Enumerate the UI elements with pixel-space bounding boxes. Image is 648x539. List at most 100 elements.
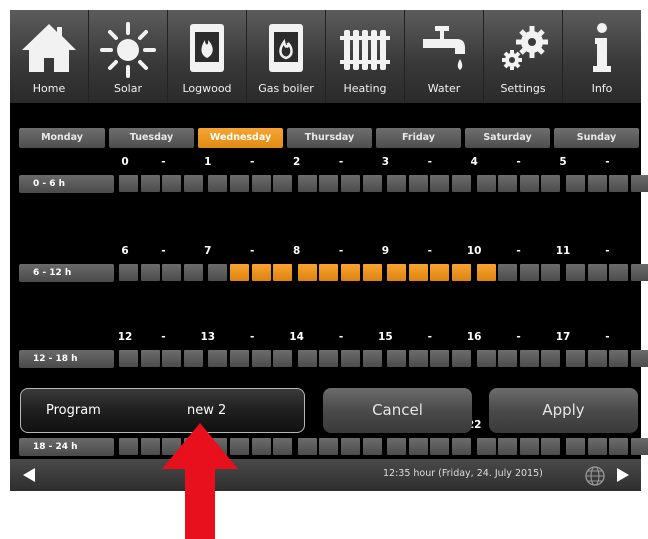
time-slot[interactable] xyxy=(498,438,518,455)
time-slot[interactable] xyxy=(452,264,471,281)
time-slot[interactable] xyxy=(587,264,607,281)
time-slot[interactable] xyxy=(609,438,629,455)
time-slot[interactable] xyxy=(566,264,585,281)
time-slot[interactable] xyxy=(430,350,450,367)
time-slot[interactable] xyxy=(519,350,539,367)
time-slot[interactable] xyxy=(319,175,339,192)
time-slot[interactable] xyxy=(609,175,629,192)
time-slot[interactable] xyxy=(519,264,539,281)
time-slot[interactable] xyxy=(162,175,182,192)
time-slot[interactable] xyxy=(630,264,648,281)
time-slot[interactable] xyxy=(251,175,271,192)
time-slot[interactable] xyxy=(319,264,339,281)
time-slot[interactable] xyxy=(319,350,339,367)
time-slot[interactable] xyxy=(387,264,407,281)
time-slot[interactable] xyxy=(476,350,496,367)
time-slot[interactable] xyxy=(498,264,518,281)
time-slot[interactable] xyxy=(498,350,518,367)
day-tab-monday[interactable]: Monday xyxy=(19,128,105,148)
day-tab-tuesday[interactable]: Tuesday xyxy=(109,128,194,148)
time-slot[interactable] xyxy=(251,264,271,281)
time-slot[interactable] xyxy=(230,175,249,192)
time-slot[interactable] xyxy=(208,350,228,367)
time-slot[interactable] xyxy=(362,438,382,455)
time-slot[interactable] xyxy=(587,438,607,455)
time-slot[interactable] xyxy=(630,175,648,192)
time-slot[interactable] xyxy=(230,264,249,281)
time-slot[interactable] xyxy=(183,175,203,192)
time-slot[interactable] xyxy=(119,264,138,281)
time-slot[interactable] xyxy=(408,438,428,455)
menu-home[interactable]: Home xyxy=(10,10,89,103)
time-slot[interactable] xyxy=(251,438,271,455)
day-tab-saturday[interactable]: Saturday xyxy=(465,128,550,148)
row-label[interactable]: 6 - 12 h xyxy=(19,264,114,282)
cancel-button[interactable]: Cancel xyxy=(323,388,472,433)
day-tab-wednesday[interactable]: Wednesday xyxy=(198,128,283,148)
day-tab-friday[interactable]: Friday xyxy=(376,128,461,148)
time-slot[interactable] xyxy=(362,264,382,281)
time-slot[interactable] xyxy=(452,350,471,367)
time-slot[interactable] xyxy=(566,438,585,455)
menu-gas-boiler[interactable]: Gas boiler xyxy=(247,10,326,103)
time-slot[interactable] xyxy=(183,264,203,281)
time-slot[interactable] xyxy=(297,175,317,192)
time-slot[interactable] xyxy=(476,175,496,192)
globe-icon[interactable] xyxy=(584,465,606,487)
menu-info[interactable]: Info xyxy=(563,10,641,103)
time-slot[interactable] xyxy=(297,350,317,367)
time-slot[interactable] xyxy=(566,350,585,367)
apply-button[interactable]: Apply xyxy=(489,388,638,433)
time-slot[interactable] xyxy=(208,175,228,192)
time-slot[interactable] xyxy=(208,264,228,281)
time-slot[interactable] xyxy=(519,175,539,192)
arrow-left-icon[interactable] xyxy=(20,466,38,484)
time-slot[interactable] xyxy=(430,264,450,281)
time-slot[interactable] xyxy=(541,175,561,192)
row-label[interactable]: 0 - 6 h xyxy=(19,175,114,193)
time-slot[interactable] xyxy=(519,438,539,455)
time-slot[interactable] xyxy=(119,350,138,367)
time-slot[interactable] xyxy=(541,438,561,455)
time-slot[interactable] xyxy=(140,438,160,455)
menu-heating[interactable]: Heating xyxy=(326,10,405,103)
time-slot[interactable] xyxy=(341,438,360,455)
time-slot[interactable] xyxy=(541,350,561,367)
time-slot[interactable] xyxy=(341,350,360,367)
time-slot[interactable] xyxy=(162,264,182,281)
time-slot[interactable] xyxy=(408,264,428,281)
time-slot[interactable] xyxy=(476,264,496,281)
time-slot[interactable] xyxy=(341,175,360,192)
time-slot[interactable] xyxy=(230,350,249,367)
time-slot[interactable] xyxy=(162,350,182,367)
arrow-right-icon[interactable] xyxy=(614,466,632,484)
menu-logwood[interactable]: Logwood xyxy=(168,10,247,103)
time-slot[interactable] xyxy=(566,175,585,192)
time-slot[interactable] xyxy=(362,175,382,192)
time-slot[interactable] xyxy=(587,350,607,367)
time-slot[interactable] xyxy=(140,175,160,192)
menu-settings[interactable]: Settings xyxy=(484,10,563,103)
time-slot[interactable] xyxy=(387,350,407,367)
time-slot[interactable] xyxy=(119,175,138,192)
time-slot[interactable] xyxy=(630,350,648,367)
time-slot[interactable] xyxy=(476,438,496,455)
time-slot[interactable] xyxy=(319,438,339,455)
time-slot[interactable] xyxy=(140,264,160,281)
time-slot[interactable] xyxy=(297,438,317,455)
time-slot[interactable] xyxy=(452,175,471,192)
time-slot[interactable] xyxy=(273,264,293,281)
time-slot[interactable] xyxy=(273,175,293,192)
time-slot[interactable] xyxy=(251,350,271,367)
time-slot[interactable] xyxy=(297,264,317,281)
time-slot[interactable] xyxy=(387,175,407,192)
day-tab-sunday[interactable]: Sunday xyxy=(554,128,639,148)
time-slot[interactable] xyxy=(430,438,450,455)
menu-water[interactable]: Water xyxy=(405,10,484,103)
time-slot[interactable] xyxy=(387,438,407,455)
time-slot[interactable] xyxy=(609,264,629,281)
time-slot[interactable] xyxy=(119,438,138,455)
menu-solar[interactable]: Solar xyxy=(89,10,168,103)
row-label[interactable]: 12 - 18 h xyxy=(19,350,114,368)
day-tab-thursday[interactable]: Thursday xyxy=(287,128,372,148)
